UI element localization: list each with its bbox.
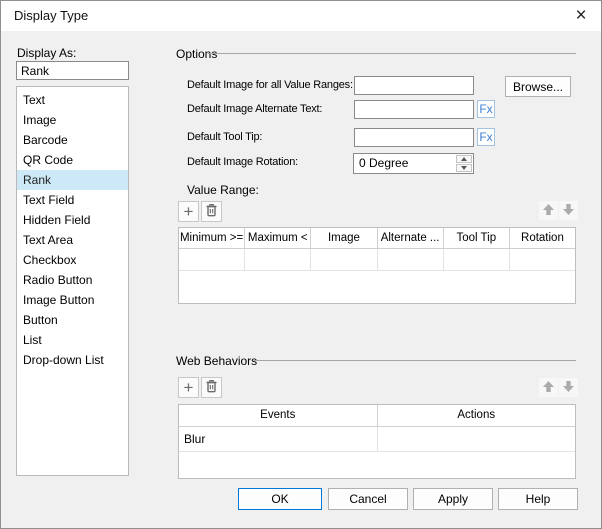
alternate-text-fx-button[interactable]: Fx bbox=[477, 100, 495, 118]
rotation-label: Default Image Rotation: bbox=[187, 156, 298, 168]
value-range-add-button[interactable]: + bbox=[178, 201, 199, 222]
value-range-table: Minimum >= Maximum < Image Alternate ...… bbox=[178, 227, 576, 304]
column-header: Image bbox=[311, 228, 378, 248]
web-behaviors-table-header: Events Actions bbox=[179, 405, 575, 427]
table-cell[interactable] bbox=[510, 249, 575, 270]
column-header: Rotation bbox=[521, 232, 564, 244]
plus-icon: + bbox=[183, 202, 194, 221]
list-item[interactable]: Text Area bbox=[17, 230, 128, 250]
cancel-button[interactable]: Cancel bbox=[328, 488, 408, 510]
column-header: Maximum < bbox=[245, 228, 312, 248]
default-image-label: Default Image for all Value Ranges: bbox=[187, 79, 353, 91]
value-range-delete-button[interactable] bbox=[201, 201, 222, 222]
list-item[interactable]: Text bbox=[17, 90, 128, 110]
dialog-title: Display Type bbox=[14, 8, 89, 23]
list-item[interactable]: QR Code bbox=[17, 150, 128, 170]
value-range-move-up-button[interactable] bbox=[539, 201, 558, 220]
trash-icon bbox=[205, 379, 218, 396]
rotation-spinner[interactable]: 0 Degree bbox=[353, 153, 474, 174]
spin-up-button[interactable] bbox=[456, 155, 472, 163]
help-button[interactable]: Help bbox=[498, 488, 578, 510]
browse-button[interactable]: Browse... bbox=[505, 76, 571, 97]
list-item[interactable]: Image Button bbox=[17, 290, 128, 310]
list-item[interactable]: Rank bbox=[17, 170, 128, 190]
alternate-text-input[interactable] bbox=[354, 100, 474, 119]
table-row[interactable]: Blur bbox=[179, 427, 575, 452]
table-cell[interactable] bbox=[378, 427, 576, 451]
list-item[interactable]: Checkbox bbox=[17, 250, 128, 270]
close-button[interactable]: × bbox=[568, 5, 594, 27]
tooltip-input[interactable] bbox=[354, 128, 474, 147]
up-arrow-icon bbox=[542, 203, 555, 219]
list-item[interactable]: Button bbox=[17, 310, 128, 330]
down-arrow-icon bbox=[562, 380, 575, 396]
spin-down-icon bbox=[461, 166, 467, 170]
web-behaviors-table: Events Actions Blur bbox=[178, 404, 576, 479]
titlebar: Display Type × bbox=[1, 1, 601, 31]
ok-button[interactable]: OK bbox=[238, 488, 322, 510]
value-range-table-header: Minimum >= Maximum < Image Alternate ...… bbox=[179, 228, 575, 249]
web-behaviors-move-down-button[interactable] bbox=[559, 378, 578, 397]
display-as-input[interactable] bbox=[16, 61, 129, 80]
column-header: Actions bbox=[457, 409, 496, 421]
rotation-spin-buttons bbox=[456, 155, 472, 172]
column-header: Events bbox=[179, 405, 378, 426]
list-item[interactable]: Hidden Field bbox=[17, 210, 128, 230]
apply-button[interactable]: Apply bbox=[413, 488, 493, 510]
alternate-text-label: Default Image Alternate Text: bbox=[187, 103, 323, 115]
table-cell[interactable] bbox=[179, 249, 246, 270]
plus-icon: + bbox=[183, 378, 194, 397]
column-header: Tool Tip bbox=[444, 228, 510, 248]
table-cell[interactable]: Blur bbox=[179, 427, 378, 451]
table-cell[interactable] bbox=[311, 249, 378, 270]
close-icon: × bbox=[575, 5, 587, 26]
value-range-label: Value Range: bbox=[187, 183, 259, 197]
table-cell[interactable] bbox=[245, 249, 312, 270]
list-item[interactable]: Image bbox=[17, 110, 128, 130]
table-cell[interactable] bbox=[444, 249, 510, 270]
web-behaviors-group-line bbox=[254, 360, 576, 361]
display-type-dialog: Display Type × Display As: Text Image Ba… bbox=[0, 0, 602, 529]
spin-up-icon bbox=[461, 157, 467, 161]
options-group-title: Options bbox=[176, 47, 218, 61]
trash-icon bbox=[205, 203, 218, 220]
web-behaviors-group-title: Web Behaviors bbox=[176, 354, 258, 368]
up-arrow-icon bbox=[542, 380, 555, 396]
down-arrow-icon bbox=[562, 203, 575, 219]
value-range-move-down-button[interactable] bbox=[559, 201, 578, 220]
display-type-list[interactable]: Text Image Barcode QR Code Rank Text Fie… bbox=[16, 86, 129, 476]
list-item[interactable]: Barcode bbox=[17, 130, 128, 150]
default-image-input[interactable] bbox=[354, 76, 474, 95]
list-item[interactable]: Text Field bbox=[17, 190, 128, 210]
rotation-value: 0 Degree bbox=[359, 156, 409, 170]
table-cell[interactable] bbox=[378, 249, 444, 270]
web-behaviors-delete-button[interactable] bbox=[201, 377, 222, 398]
list-item[interactable]: List bbox=[17, 330, 128, 350]
tooltip-label: Default Tool Tip: bbox=[187, 131, 263, 143]
table-row[interactable] bbox=[179, 249, 575, 271]
options-group-line bbox=[208, 53, 576, 54]
tooltip-fx-button[interactable]: Fx bbox=[477, 128, 495, 146]
list-item[interactable]: Drop-down List bbox=[17, 350, 128, 370]
web-behaviors-move-up-button[interactable] bbox=[539, 378, 558, 397]
column-header: Minimum >= bbox=[179, 228, 246, 248]
spin-down-button[interactable] bbox=[456, 164, 472, 172]
list-item[interactable]: Radio Button bbox=[17, 270, 128, 290]
web-behaviors-add-button[interactable]: + bbox=[178, 377, 199, 398]
column-header: Alternate ... bbox=[378, 228, 444, 248]
display-as-label: Display As: bbox=[17, 46, 77, 60]
